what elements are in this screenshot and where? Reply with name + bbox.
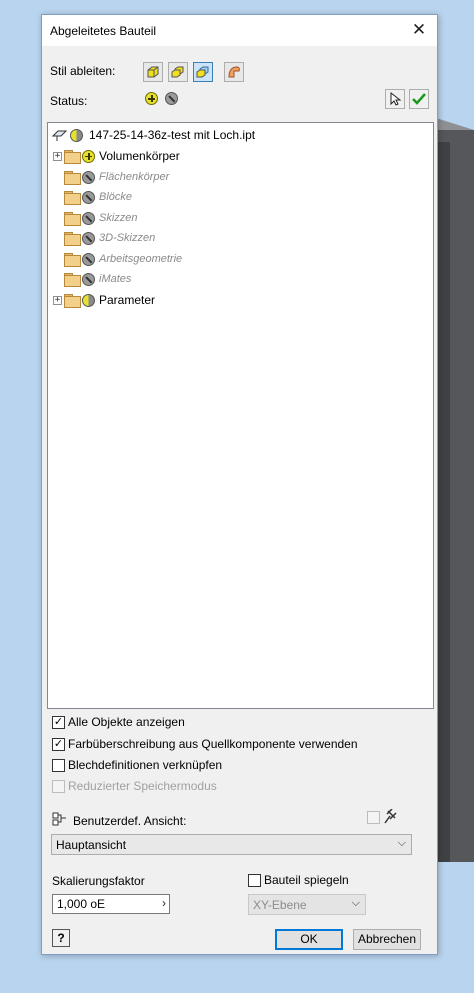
folder-icon: [64, 294, 81, 308]
expand-icon[interactable]: +: [53, 295, 62, 305]
title-bar: Abgeleitetes Bauteil ✕: [42, 15, 437, 46]
tree-root[interactable]: 147-25-14-36z-test mit Loch.ipt: [52, 126, 255, 144]
style-solid-bodies-button[interactable]: [168, 62, 188, 82]
ok-button[interactable]: OK: [275, 929, 343, 950]
mirror-plane-select: XY-Ebene ⌵: [248, 894, 366, 915]
scale-label: Skalierungsfaktor: [52, 874, 145, 888]
checkbox-label: Reduzierter Speichermodus: [68, 779, 217, 793]
surface-orange-icon: [228, 66, 240, 78]
multi-body-yellow-icon: [171, 66, 184, 78]
tree-item-volumenkoerper[interactable]: + Volumenkörper: [53, 147, 180, 165]
checkbox-label: Farbüberschreibung aus Quellkomponente v…: [68, 737, 358, 751]
select-button[interactable]: [385, 89, 405, 109]
tree-item-skizzen[interactable]: Skizzen: [53, 209, 138, 227]
tree-item-label: 3D-Skizzen: [99, 232, 156, 244]
tree-item-3d-skizzen[interactable]: 3D-Skizzen: [53, 229, 155, 247]
checkmark-icon: [412, 93, 426, 105]
scale-input[interactable]: 1,000 oE ›: [52, 894, 170, 914]
stil-label: Stil ableiten:: [50, 64, 116, 78]
mirror-checkbox[interactable]: Bauteil spiegeln: [248, 873, 349, 887]
exclude-icon[interactable]: [82, 231, 95, 245]
tree-item-label: iMates: [99, 273, 132, 285]
tree-item-parameter[interactable]: + Parameter: [53, 291, 155, 309]
checkbox-label: Bauteil spiegeln: [264, 873, 349, 887]
part-icon: [52, 130, 68, 141]
style-surface-button[interactable]: [224, 62, 244, 82]
checkbox-label: Alle Objekte anzeigen: [68, 715, 185, 729]
cursor-icon: [390, 92, 402, 106]
cancel-button[interactable]: Abbrechen: [353, 929, 421, 950]
status-include-icon[interactable]: [145, 92, 158, 105]
root-label: 147-25-14-36z-test mit Loch.ipt: [89, 128, 256, 142]
checkbox-label: Blechdefinitionen verknüpfen: [68, 758, 223, 772]
help-button[interactable]: ?: [52, 929, 70, 947]
tree-item-imates[interactable]: iMates: [53, 270, 131, 288]
status-exclude-icon[interactable]: [165, 92, 178, 105]
multi-body-blue-icon: [196, 66, 209, 78]
pin-icon[interactable]: [384, 809, 399, 825]
tree-item-label: Parameter: [99, 293, 156, 307]
tree-item-flaechenkoerper[interactable]: Flächenkörper: [53, 168, 169, 186]
derived-part-dialog: Abgeleitetes Bauteil ✕ Stil ableiten: St…: [41, 14, 438, 955]
folder-icon: [64, 232, 81, 246]
single-body-yellow-icon: [147, 66, 159, 78]
folder-icon: [64, 273, 81, 287]
partial-status-icon: [70, 128, 83, 142]
reduzierter-speichermodus-checkbox: Reduzierter Speichermodus: [52, 779, 217, 793]
exclude-icon[interactable]: [82, 252, 95, 266]
folder-icon: [64, 171, 81, 185]
style-multiple-bodies-button[interactable]: [193, 62, 213, 82]
style-single-color-button[interactable]: [143, 62, 163, 82]
tree-item-label: Skizzen: [99, 212, 138, 224]
folder-icon: [64, 253, 81, 267]
checkbox-box[interactable]: [248, 873, 261, 887]
alle-objekte-checkbox[interactable]: ✓ Alle Objekte anzeigen: [52, 715, 185, 729]
folder-icon: [64, 150, 81, 164]
mirror-plane-value: XY-Ebene: [253, 897, 307, 912]
tree-item-label: Flächenkörper: [99, 171, 170, 183]
view-selected-value: Hauptansicht: [56, 837, 127, 852]
tree-item-label: Arbeitsgeometrie: [99, 253, 183, 265]
folder-icon: [64, 212, 81, 226]
blechdefinitionen-checkbox[interactable]: Blechdefinitionen verknüpfen: [52, 758, 222, 772]
checkbox-box[interactable]: ✓: [52, 737, 65, 751]
exclude-icon[interactable]: [82, 211, 95, 225]
tree-item-bloecke[interactable]: Blöcke: [53, 188, 132, 206]
tree-item-arbeitsgeometrie[interactable]: Arbeitsgeometrie: [53, 250, 182, 268]
tree-item-label: Volumenkörper: [99, 149, 180, 163]
farbueberschreibung-checkbox[interactable]: ✓ Farbüberschreibung aus Quellkomponente…: [52, 737, 358, 751]
view-rep-icon: [52, 812, 66, 826]
tree-item-label: Blöcke: [99, 191, 133, 203]
partial-status-icon[interactable]: [82, 293, 95, 307]
accept-selection-button[interactable]: [409, 89, 429, 109]
view-select[interactable]: Hauptansicht ⌵: [51, 834, 412, 855]
exclude-icon[interactable]: [82, 272, 95, 286]
view-label: Benutzerdef. Ansicht:: [73, 814, 187, 828]
close-button[interactable]: ✕: [409, 20, 429, 40]
scale-value: 1,000 oE: [57, 897, 106, 911]
folder-icon: [64, 191, 81, 205]
chevron-down-icon: ⌵: [351, 897, 360, 909]
status-label: Status:: [50, 94, 88, 108]
expand-icon[interactable]: +: [53, 151, 62, 161]
dialog-title: Abgeleitetes Bauteil: [50, 24, 157, 38]
view-lock-checkbox[interactable]: [367, 811, 380, 824]
chevron-down-icon: ⌵: [397, 837, 406, 849]
checkbox-box[interactable]: [52, 758, 65, 772]
chevron-right-icon[interactable]: ›: [162, 896, 166, 910]
include-icon[interactable]: [82, 149, 95, 163]
checkbox-box[interactable]: ✓: [52, 715, 65, 729]
exclude-icon[interactable]: [82, 190, 95, 204]
checkbox-box: [52, 779, 65, 793]
exclude-icon[interactable]: [82, 170, 95, 184]
background-model-side: [436, 142, 450, 862]
component-tree[interactable]: 147-25-14-36z-test mit Loch.ipt + Volume…: [47, 122, 434, 709]
